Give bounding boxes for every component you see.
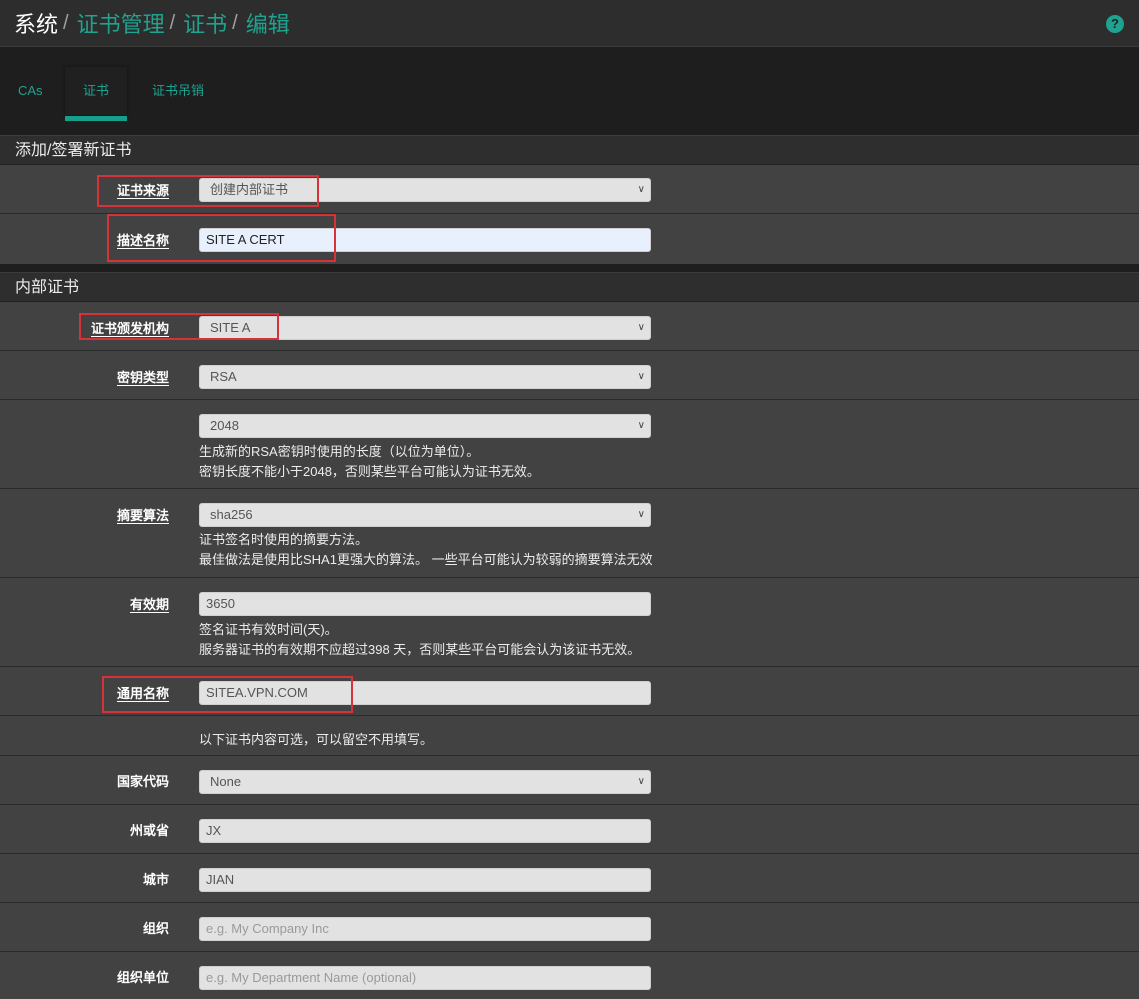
field-label: 证书颁发机构	[90, 321, 169, 336]
section-gap	[0, 264, 1139, 272]
state-input[interactable]: JX	[199, 819, 651, 843]
active-tab-indicator	[65, 116, 128, 121]
country-select[interactable]: None ∨	[199, 770, 651, 794]
breadcrumb-separator: /	[169, 11, 176, 34]
tab-label: 证书	[83, 83, 110, 98]
input-placeholder: e.g. My Company Inc	[206, 921, 329, 936]
row-optional-note: 以下证书内容可选，可以留空不用填写。	[0, 716, 1139, 756]
field-label: 摘要算法	[116, 508, 169, 523]
help-line: 密钥长度不能小于2048，否则某些平台可能认为证书无效。	[199, 464, 540, 479]
select-value: 创建内部证书	[210, 182, 289, 197]
row-country: 国家代码 None ∨	[0, 756, 1139, 805]
ca-select[interactable]: SITE A ∨	[199, 316, 651, 340]
select-value: None	[210, 774, 242, 789]
row-orgunit: 组织单位 e.g. My Department Name (optional)	[0, 952, 1139, 999]
city-input[interactable]: JIAN	[199, 868, 651, 892]
breadcrumb-system: 系统	[14, 12, 59, 37]
row-city: 城市 JIAN	[0, 854, 1139, 903]
tab-label: CAs	[18, 83, 43, 98]
field-label: 城市	[142, 872, 169, 887]
tab-bar: CAs 证书 证书吊销	[0, 47, 1139, 135]
field-label: 描述名称	[116, 233, 169, 248]
row-method: 证书来源 创建内部证书 ∨	[0, 165, 1139, 214]
chevron-down-icon: ∨	[637, 184, 645, 195]
input-value: SITE A CERT	[206, 232, 285, 247]
breadcrumb: 系统 / 证书管理 / 证书 / 编辑	[14, 7, 290, 39]
tab-label: 证书吊销	[152, 83, 205, 98]
help-line: 生成新的RSA密钥时使用的长度（以位为单位）。	[199, 444, 480, 459]
row-ca: 证书颁发机构 SITE A ∨	[0, 302, 1139, 351]
lifetime-input[interactable]: 3650	[199, 592, 651, 616]
chevron-down-icon: ∨	[637, 371, 645, 382]
input-value: JIAN	[206, 872, 235, 887]
select-value: RSA	[210, 369, 237, 384]
chevron-down-icon: ∨	[637, 509, 645, 520]
field-label: 通用名称	[116, 686, 169, 701]
org-unit-input[interactable]: e.g. My Department Name (optional)	[199, 966, 651, 990]
row-cn: 通用名称 SITEA.VPN.COM	[0, 667, 1139, 716]
panel-heading: 添加/签署新证书	[0, 135, 1139, 165]
input-value: SITEA.VPN.COM	[206, 685, 308, 700]
breadcrumb-separator: /	[63, 11, 69, 34]
common-name-input[interactable]: SITEA.VPN.COM	[199, 681, 651, 705]
input-value: JX	[206, 823, 222, 838]
digest-select[interactable]: sha256 ∨	[199, 503, 651, 527]
help-line: 最佳做法是使用比SHA1更强大的算法。 一些平台可能认为较弱的摘要算法无效	[199, 552, 653, 567]
select-value: SITE A	[210, 320, 251, 335]
chevron-down-icon: ∨	[637, 776, 645, 787]
breadcrumb-certificates[interactable]: 证书	[183, 7, 227, 39]
help-text: 签名证书有效时间(天)。 服务器证书的有效期不应超过398 天，否则某些平台可能…	[199, 620, 640, 660]
descr-input[interactable]: SITE A CERT	[199, 228, 651, 252]
field-label: 组织	[142, 921, 169, 936]
organization-input[interactable]: e.g. My Company Inc	[199, 917, 651, 941]
row-keytype: 密钥类型 RSA ∨	[0, 351, 1139, 400]
field-label: 组织单位	[116, 970, 169, 985]
breadcrumb-separator: /	[232, 11, 238, 34]
question-circle-icon[interactable]: ?	[1106, 15, 1124, 33]
page-header: 系统 / 证书管理 / 证书 / 编辑 ?	[0, 0, 1139, 47]
field-label: 州或省	[129, 823, 169, 838]
tab-certificates[interactable]: 证书	[65, 67, 128, 121]
row-org: 组织 e.g. My Company Inc	[0, 903, 1139, 952]
breadcrumb-cert-manager[interactable]: 证书管理	[77, 7, 165, 39]
help-line: 证书签名时使用的摘要方法。	[199, 532, 369, 547]
select-value: 2048	[210, 418, 239, 433]
field-label: 密钥类型	[116, 370, 169, 385]
help-text: 生成新的RSA密钥时使用的长度（以位为单位）。 密钥长度不能小于2048，否则某…	[199, 442, 540, 482]
row-descr: 描述名称 SITE A CERT	[0, 214, 1139, 264]
row-state: 州或省 JX	[0, 805, 1139, 854]
chevron-down-icon: ∨	[637, 322, 645, 333]
field-label: 证书来源	[116, 183, 169, 198]
keylen-select[interactable]: 2048 ∨	[199, 414, 651, 438]
row-lifetime: 有效期 3650 签名证书有效时间(天)。 服务器证书的有效期不应超过398 天…	[0, 578, 1139, 667]
input-placeholder: e.g. My Department Name (optional)	[206, 970, 417, 985]
select-value: sha256	[210, 507, 253, 522]
chevron-down-icon: ∨	[637, 420, 645, 431]
row-keylen: 2048 ∨ 生成新的RSA密钥时使用的长度（以位为单位）。 密钥长度不能小于20…	[0, 400, 1139, 489]
row-digest: 摘要算法 sha256 ∨ 证书签名时使用的摘要方法。 最佳做法是使用比SHA1更…	[0, 489, 1139, 578]
method-select[interactable]: 创建内部证书 ∨	[199, 178, 651, 202]
panel-internal-cert: 内部证书 证书颁发机构 SITE A ∨ 密钥类型 RSA ∨ 2048 ∨ 生成新的…	[0, 272, 1139, 999]
tab-cas[interactable]: CAs	[0, 67, 61, 115]
field-label: 国家代码	[116, 774, 169, 789]
breadcrumb-edit[interactable]: 编辑	[246, 7, 290, 39]
help-line: 服务器证书的有效期不应超过398 天，否则某些平台可能会认为该证书无效。	[199, 642, 641, 657]
help-line: 签名证书有效时间(天)。	[199, 622, 338, 637]
help-text: 证书签名时使用的摘要方法。 最佳做法是使用比SHA1更强大的算法。 一些平台可能…	[199, 530, 653, 570]
field-label: 有效期	[129, 597, 169, 612]
tab-revocation[interactable]: 证书吊销	[134, 67, 222, 115]
optional-note: 以下证书内容可选，可以留空不用填写。	[199, 732, 434, 747]
keytype-select[interactable]: RSA ∨	[199, 365, 651, 389]
input-value: 3650	[206, 596, 235, 611]
panel-heading: 内部证书	[0, 272, 1139, 302]
panel-add-cert: 添加/签署新证书 证书来源 创建内部证书 ∨ 描述名称 SITE A CERT	[0, 135, 1139, 264]
